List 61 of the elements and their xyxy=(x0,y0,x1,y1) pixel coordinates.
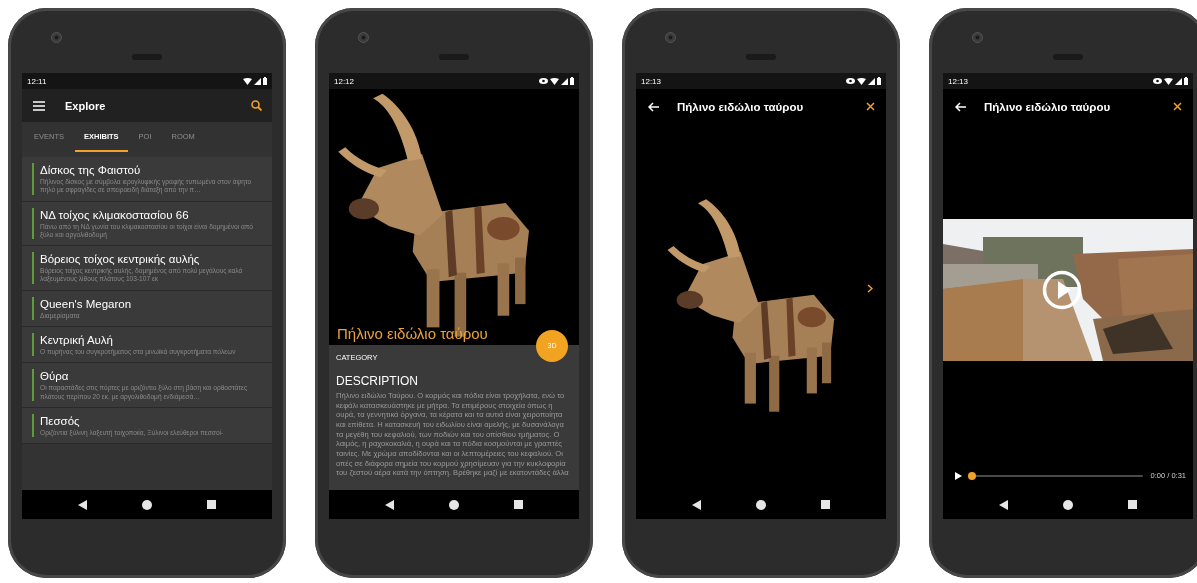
front-camera xyxy=(358,32,369,43)
signal-icon xyxy=(868,77,875,85)
item-title: Δίσκος της Φαιστού xyxy=(40,163,142,178)
front-camera xyxy=(972,32,983,43)
wifi-icon xyxy=(1164,77,1173,85)
signal-icon xyxy=(1175,77,1182,85)
front-camera xyxy=(51,32,62,43)
seek-thumb[interactable] xyxy=(968,471,976,480)
recents-icon[interactable] xyxy=(514,500,524,509)
recents-icon[interactable] xyxy=(821,500,831,509)
item-title: Θύρα xyxy=(40,369,70,384)
home-icon[interactable] xyxy=(449,499,459,510)
item-title: Κεντρική Αυλή xyxy=(40,333,114,349)
screen-title: Πήλινο ειδώλιο ταύρου xyxy=(984,100,1112,113)
signal-icon xyxy=(561,77,568,85)
signal-icon xyxy=(254,77,261,85)
back-icon[interactable] xyxy=(691,499,701,510)
front-camera xyxy=(665,32,676,43)
status-time: 12:13 xyxy=(948,76,969,86)
accent-bar xyxy=(32,252,34,284)
item-title: Βόρειος τοίχος κεντρικής αυλής xyxy=(40,252,201,267)
wifi-icon xyxy=(243,77,252,85)
back-icon[interactable] xyxy=(384,499,394,510)
battery-icon xyxy=(570,77,574,85)
status-time: 12:11 xyxy=(27,76,47,86)
home-icon[interactable] xyxy=(142,499,152,510)
status-time: 12:13 xyxy=(641,76,662,86)
play-icon[interactable] xyxy=(955,471,962,480)
screen-title: Πήλινο ειδώλιο ταύρου xyxy=(677,100,805,113)
accent-bar xyxy=(32,207,34,240)
wifi-icon xyxy=(550,77,559,85)
home-icon[interactable] xyxy=(756,499,766,510)
back-icon[interactable] xyxy=(998,499,1008,510)
accent-bar xyxy=(32,296,34,321)
description-heading: DESCRIPTION xyxy=(336,373,419,388)
close-icon[interactable] xyxy=(1173,102,1182,111)
item-title: Πεσσός xyxy=(40,413,81,429)
wifi-icon xyxy=(857,77,866,85)
app-title: Explore xyxy=(65,99,107,112)
menu-icon[interactable] xyxy=(33,100,45,111)
back-icon[interactable] xyxy=(77,499,87,510)
chevron-right-icon[interactable] xyxy=(867,284,873,293)
accent-bar xyxy=(32,333,34,357)
battery-icon xyxy=(263,77,267,85)
accent-bar xyxy=(32,369,34,401)
back-arrow-icon[interactable] xyxy=(955,101,966,112)
status-time: 12:12 xyxy=(334,76,355,86)
close-icon[interactable] xyxy=(866,102,875,111)
battery-icon xyxy=(877,77,881,85)
battery-icon xyxy=(1184,77,1188,85)
accent-bar xyxy=(32,413,34,438)
recents-icon[interactable] xyxy=(207,500,217,509)
item-title: ΝΔ τοίχος κλιμακοστασίου 66 xyxy=(40,207,190,223)
recents-icon[interactable] xyxy=(1128,500,1138,509)
exhibit-title: Πήλινο ειδώλιο ταύρου xyxy=(337,324,488,342)
back-arrow-icon[interactable] xyxy=(648,101,659,112)
accent-bar xyxy=(32,163,34,195)
item-title: Queen's Megaron xyxy=(40,296,132,312)
search-icon[interactable] xyxy=(251,100,262,111)
play-button[interactable] xyxy=(1042,270,1082,310)
home-icon[interactable] xyxy=(1063,499,1073,510)
